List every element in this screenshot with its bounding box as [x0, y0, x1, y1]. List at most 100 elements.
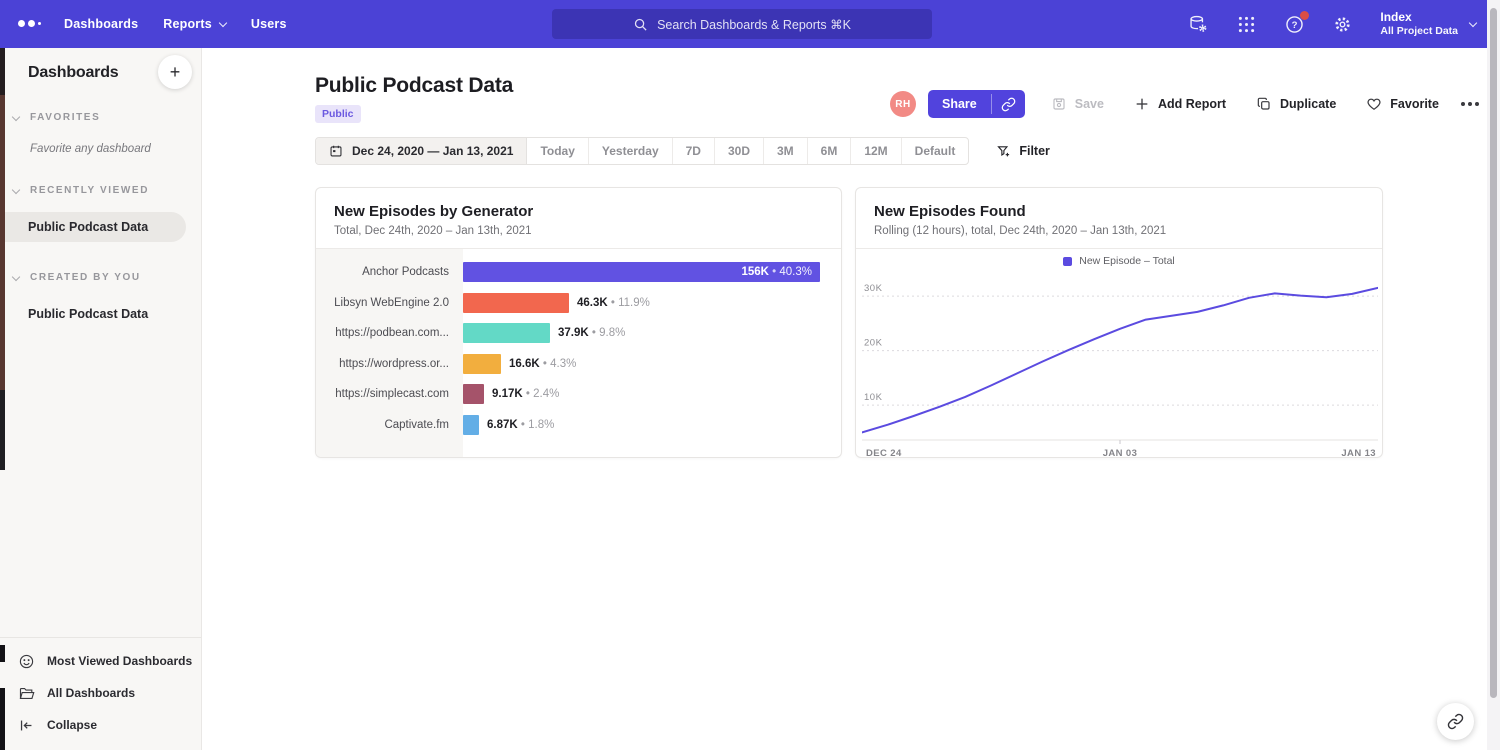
card-title: New Episodes by Generator [334, 203, 823, 220]
project-switcher[interactable]: Index All Project Data [1380, 10, 1476, 38]
bar-chart-card: New Episodes by Generator Total, Dec 24t… [315, 187, 842, 458]
preset-default[interactable]: Default [902, 138, 969, 164]
favorite-button[interactable]: Favorite [1366, 96, 1439, 112]
share-split-button: Share [928, 90, 1025, 118]
line-chart-card: New Episodes Found Rolling (12 hours), t… [855, 187, 1383, 458]
save-button[interactable]: Save [1051, 96, 1104, 112]
bar[interactable] [463, 415, 479, 435]
svg-text:30K: 30K [864, 283, 883, 294]
preset-6m[interactable]: 6M [808, 138, 852, 164]
more-actions-button[interactable] [1461, 102, 1479, 106]
card-header[interactable]: New Episodes Found Rolling (12 hours), t… [856, 188, 1382, 249]
filter-button[interactable]: Filter [996, 144, 1050, 159]
bar-row: Libsyn WebEngine 2.046.3K • 11.9% [316, 288, 841, 319]
collapse-icon [18, 717, 35, 734]
svg-text:JAN 13: JAN 13 [1341, 448, 1376, 458]
nav-item-dashboards[interactable]: Dashboards [64, 17, 138, 31]
preset-3m[interactable]: 3M [764, 138, 808, 164]
sidebar-item[interactable]: Public Podcast Data [0, 212, 186, 242]
all-dashboards-item[interactable]: All Dashboards [0, 677, 201, 709]
bar[interactable] [463, 384, 484, 404]
apps-grid-icon[interactable] [1236, 14, 1257, 35]
add-report-button[interactable]: Add Report [1134, 96, 1226, 112]
chevron-down-icon [12, 186, 20, 194]
line-chart[interactable]: 10K20K30KDEC 24JAN 03JAN 13 [862, 273, 1378, 458]
project-name: Index [1380, 10, 1458, 25]
heart-icon [1366, 96, 1382, 112]
date-range-picker[interactable]: Dec 24, 2020 — Jan 13, 2021 [316, 138, 527, 164]
preset-12m[interactable]: 12M [851, 138, 901, 164]
sidebar-section-header[interactable]: FAVORITES [0, 112, 201, 123]
copy-link-fab[interactable] [1437, 703, 1474, 740]
chart-legend: New Episode – Total [856, 249, 1382, 273]
filter-funnel-icon [996, 144, 1011, 159]
card-header[interactable]: New Episodes by Generator Total, Dec 24t… [316, 188, 841, 249]
notification-badge [1300, 11, 1309, 20]
data-management-icon[interactable] [1188, 14, 1209, 35]
collapse-sidebar-item[interactable]: Collapse [0, 709, 201, 741]
legend-label: New Episode – Total [1079, 255, 1175, 267]
bar-row: https://wordpress.or...16.6K • 4.3% [316, 349, 841, 380]
date-toolbar: Dec 24, 2020 — Jan 13, 2021 TodayYesterd… [315, 137, 1050, 165]
bar-category-label: https://podbean.com... [316, 327, 463, 339]
calendar-icon [329, 144, 343, 158]
preset-yesterday[interactable]: Yesterday [589, 138, 673, 164]
project-scope: All Project Data [1380, 25, 1458, 38]
bar[interactable]: 156K • 40.3% [463, 262, 820, 282]
date-presets: TodayYesterday7D30D3M6M12MDefault [527, 138, 968, 164]
bar[interactable] [463, 323, 550, 343]
sidebar-section-header[interactable]: RECENTLY VIEWED [0, 185, 201, 196]
line-chart-area: 10K20K30KDEC 24JAN 03JAN 13 [856, 273, 1382, 458]
sidebar: Dashboards + FAVORITESFavorite any dashb… [0, 48, 202, 750]
bar-category-label: Anchor Podcasts [316, 266, 463, 278]
sidebar-item[interactable]: Public Podcast Data [0, 299, 201, 329]
share-link-button[interactable] [992, 90, 1025, 118]
bar[interactable] [463, 354, 501, 374]
page-title: Public Podcast Data [315, 74, 513, 98]
bar-value-label: 9.17K • 2.4% [492, 388, 559, 400]
public-badge: Public [315, 105, 361, 123]
link-icon [1447, 713, 1464, 730]
svg-text:20K: 20K [864, 338, 883, 349]
plus-icon [1134, 96, 1150, 112]
svg-text:10K: 10K [864, 392, 883, 403]
sidebar-section-header[interactable]: CREATED BY YOU [0, 272, 201, 283]
bar-category-label: Captivate.fm [316, 419, 463, 431]
bar-row: Captivate.fm 6.87K • 1.8% [316, 410, 841, 441]
main-content: Public Podcast Data Public RH Share Save… [0, 48, 1500, 750]
nav-item-reports[interactable]: Reports [163, 17, 226, 31]
report-cards: New Episodes by Generator Total, Dec 24t… [315, 187, 1383, 458]
app-logo-icon[interactable] [18, 20, 41, 27]
preset-7d[interactable]: 7D [673, 138, 715, 164]
most-viewed-dashboards-item[interactable]: Most Viewed Dashboards [0, 645, 201, 677]
preset-30d[interactable]: 30D [715, 138, 764, 164]
svg-text:JAN 03: JAN 03 [1103, 448, 1138, 458]
help-icon[interactable]: ? [1284, 14, 1305, 35]
nav-item-users[interactable]: Users [251, 17, 287, 31]
bar-rows: Anchor Podcasts156K • 40.3% Libsyn WebEng… [316, 249, 841, 440]
bar-value-label: 37.9K • 9.8% [558, 327, 625, 339]
bar-value-label: 16.6K • 4.3% [509, 358, 576, 370]
bar-value-label: 6.87K • 1.8% [487, 419, 554, 431]
scrollbar-thumb[interactable] [1490, 8, 1497, 698]
link-icon [1001, 97, 1016, 112]
left-edge-artifact [0, 688, 5, 750]
chevron-down-icon [12, 273, 20, 281]
folder-icon [18, 685, 35, 702]
chevron-down-icon [219, 18, 227, 26]
share-button[interactable]: Share [928, 90, 991, 118]
duplicate-button[interactable]: Duplicate [1256, 96, 1336, 112]
bar[interactable] [463, 293, 569, 313]
global-search-input[interactable]: Search Dashboards & Reports ⌘K [552, 9, 932, 39]
left-edge-artifact [0, 390, 5, 470]
new-dashboard-button[interactable]: + [158, 55, 192, 89]
dashboard-actions: RH Share Save Add Report Duplicate [890, 90, 1479, 118]
date-range-label: Dec 24, 2020 — Jan 13, 2021 [352, 144, 513, 158]
sidebar-sections: FAVORITESFavorite any dashboardRECENTLY … [0, 112, 201, 329]
svg-text:?: ? [1292, 20, 1298, 31]
sidebar-footer: Most Viewed Dashboards All Dashboards Co… [0, 637, 201, 750]
top-navbar: Dashboards Reports Users Search Dashboards… [0, 0, 1500, 48]
settings-gear-icon[interactable] [1332, 14, 1353, 35]
avatar[interactable]: RH [890, 91, 916, 117]
preset-today[interactable]: Today [527, 138, 588, 164]
